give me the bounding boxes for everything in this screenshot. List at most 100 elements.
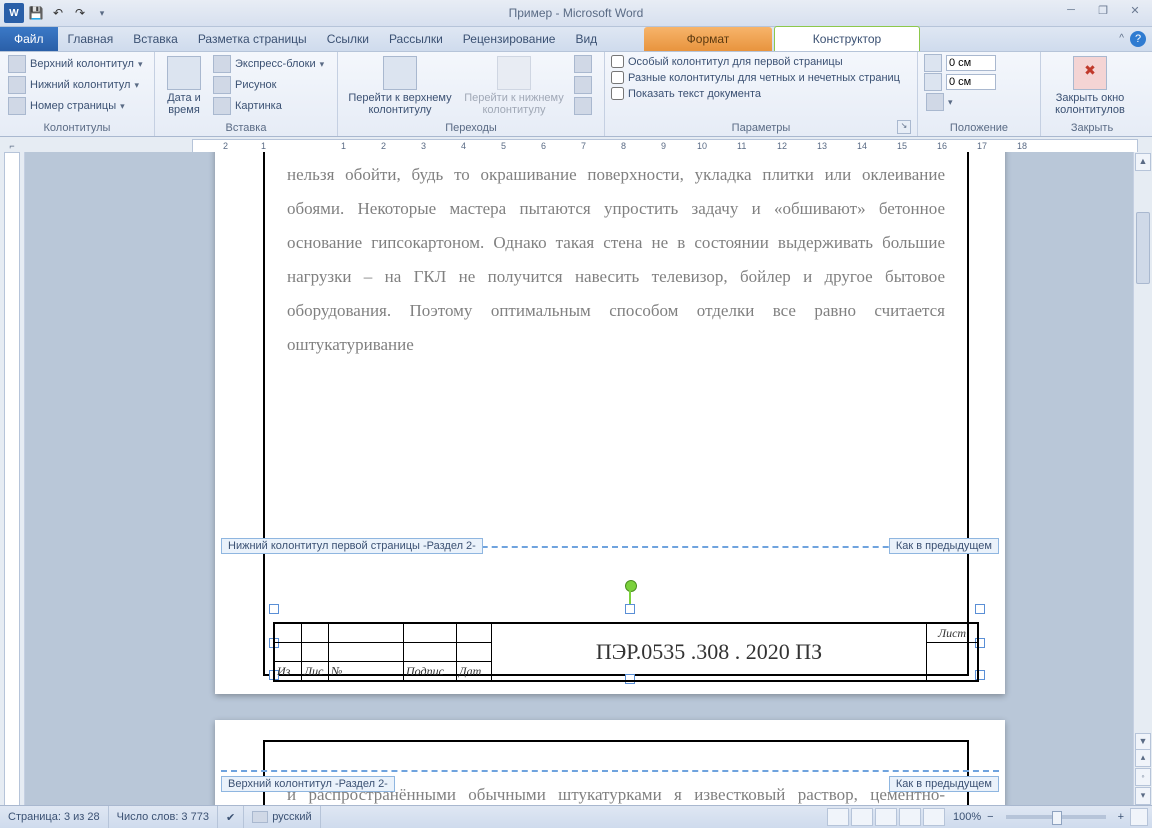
stamp-col-date: Дат [457,662,492,682]
save-icon[interactable]: 💾 [26,3,46,23]
ribbon-group-insert: Дата и время Экспресс-блоки Рисунок Карт… [155,52,338,136]
zoom-in-button[interactable]: + [1114,811,1128,823]
stamp-col-sign: Подпис [404,662,457,682]
minimize-button[interactable]: ─ [1060,2,1082,18]
status-proofing-icon[interactable]: ✔ [218,806,244,828]
goto-header-button[interactable]: Перейти к верхнему колонтитулу [344,54,456,116]
header-icon [8,55,26,73]
zoom-slider[interactable] [1006,815,1106,819]
vertical-ruler[interactable] [0,152,25,806]
restore-button[interactable]: ❐ [1092,2,1114,18]
group-label-insert: Вставка [161,122,331,136]
close-headerfooter-button[interactable]: Закрыть окно колонтитулов [1047,54,1133,116]
scroll-up-button[interactable]: ▲ [1135,153,1151,171]
tab-layout[interactable]: Разметка страницы [188,27,317,51]
status-language[interactable]: русский [244,806,320,828]
document-area: нельзя обойти, будь то окрашивание повер… [0,152,1152,806]
pagenumber-dropdown[interactable]: Номер страницы [6,96,148,116]
vertical-scrollbar[interactable]: ▲ ▼ ▴ ◦ ▾ [1133,152,1152,806]
redo-icon[interactable]: ↷ [70,3,90,23]
help-icon[interactable]: ? [1130,31,1146,47]
goto-footer-button: Перейти к нижнему колонтитулу [460,54,568,116]
tab-constructor[interactable]: Конструктор [774,26,920,51]
stamp-col-izm: Из [274,662,302,682]
next-page-button[interactable]: ▾ [1135,787,1151,805]
sel-handle-n[interactable] [625,604,635,614]
picture-button[interactable]: Рисунок [211,75,326,95]
word-icon[interactable]: W [4,3,24,23]
tab-home[interactable]: Главная [58,27,124,51]
clipart-icon [213,97,231,115]
undo-icon[interactable]: ↶ [48,3,68,23]
header-divider [221,770,999,772]
group-label-options: Параметры↘ [611,122,911,136]
title-bar: W 💾 ↶ ↷ Пример - Microsoft Word Средства… [0,0,1152,27]
page1-body-text: нельзя обойти, будь то окрашивание повер… [265,158,967,362]
stamp-sheet-label: Лист [927,623,979,643]
sel-handle-nw[interactable] [269,604,279,614]
tab-insert[interactable]: Вставка [123,27,188,51]
nav-next-icon[interactable] [572,75,594,95]
quickparts-icon [213,55,231,73]
footer-tag[interactable]: Нижний колонтитул первой страницы -Разде… [221,538,483,554]
window-title: Пример - Microsoft Word [0,6,1152,20]
same-as-prev-tag-footer[interactable]: Как в предыдущем [889,538,999,554]
options-dialog-launcher[interactable]: ↘ [897,120,911,134]
goto-header-icon [383,56,417,90]
align-tab-icon [926,93,944,111]
status-words[interactable]: Число слов: 3 773 [109,806,218,828]
clipart-button[interactable]: Картинка [211,96,326,116]
view-web-button[interactable] [875,808,897,826]
zoom-fit-button[interactable] [1130,808,1148,826]
tab-review[interactable]: Рецензирование [453,27,566,51]
zoom-thumb[interactable] [1052,811,1062,825]
ribbon-group-options: Особый колонтитул для первой страницы Ра… [605,52,918,136]
zoom-level[interactable]: 100% [953,811,981,823]
prev-page-button[interactable]: ▴ [1135,749,1151,767]
status-page[interactable]: Страница: 3 из 28 [0,806,109,828]
opt-showdoc-checkbox[interactable]: Показать текст документа [611,86,911,101]
footer-from-bottom[interactable] [924,73,1034,91]
footer-icon [8,76,26,94]
insert-alignment-tab[interactable] [924,92,1034,112]
ribbon-group-navigation: Перейти к верхнему колонтитулу Перейти к… [338,52,605,136]
datetime-button[interactable]: Дата и время [161,54,207,116]
opt-firstpage-checkbox[interactable]: Особый колонтитул для первой страницы [611,54,911,69]
tab-file[interactable]: Файл [0,27,58,51]
same-as-prev-tag-header[interactable]: Как в предыдущем [889,776,999,792]
sel-handle-ne[interactable] [975,604,985,614]
nav-prev-icon[interactable] [572,54,594,74]
tab-format[interactable]: Формат [644,27,772,51]
rotate-handle[interactable] [625,580,637,592]
view-outline-button[interactable] [899,808,921,826]
stamp-table: ПЭР.0535 .308 . 2020 ПЗ Лист Из Лис № По… [273,622,979,682]
group-label-position: Положение [924,122,1034,136]
view-fullscreen-button[interactable] [851,808,873,826]
footer-dropdown[interactable]: Нижний колонтитул [6,75,148,95]
tab-view[interactable]: Вид [565,27,607,51]
ribbon-tabs: Файл Главная Вставка Разметка страницы С… [0,27,1152,52]
quickparts-dropdown[interactable]: Экспресс-блоки [211,54,326,74]
header-from-top[interactable] [924,54,1034,72]
view-draft-button[interactable] [923,808,945,826]
page2-frame: и распространёнными обычными штукатуркам… [263,740,969,806]
tab-mailings[interactable]: Рассылки [379,27,453,51]
header-dropdown[interactable]: Верхний колонтитул [6,54,148,74]
nav-link-icon[interactable] [572,96,594,116]
stamp-col-no: № [329,662,404,682]
minimize-ribbon-icon[interactable]: ^ [1119,33,1124,44]
stamp-block[interactable]: ПЭР.0535 .308 . 2020 ПЗ Лист Из Лис № По… [273,622,979,682]
tab-references[interactable]: Ссылки [317,27,379,51]
view-printlayout-button[interactable] [827,808,849,826]
group-label-navigation: Переходы [344,122,598,136]
document-canvas[interactable]: нельзя обойти, будь то окрашивание повер… [25,152,1133,806]
zoom-out-button[interactable]: − [983,811,997,823]
scroll-thumb[interactable] [1136,212,1150,284]
header-tag[interactable]: Верхний колонтитул -Раздел 2- [221,776,395,792]
page-2: и распространёнными обычными штукатуркам… [215,720,1005,806]
close-button[interactable]: ✕ [1124,2,1146,18]
opt-oddeven-checkbox[interactable]: Разные колонтитулы для четных и нечетных… [611,70,911,85]
ribbon-group-close: Закрыть окно колонтитулов Закрыть [1041,52,1143,136]
browse-object-button[interactable]: ◦ [1135,768,1151,786]
qat-customize[interactable] [92,3,112,23]
